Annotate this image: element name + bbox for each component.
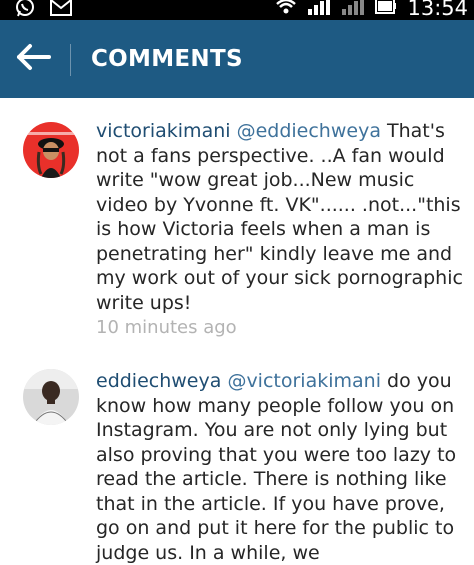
app-bar: COMMENTS	[0, 20, 474, 98]
comment-text: do you know how many people follow you o…	[96, 370, 457, 564]
battery-icon	[375, 0, 397, 19]
comment-timestamp: 10 minutes ago	[96, 317, 237, 338]
comment-username[interactable]: victoriakimani	[96, 120, 231, 142]
comment-username[interactable]: eddiechweya	[96, 370, 221, 392]
whatsapp-icon	[14, 0, 36, 20]
avatar[interactable]	[23, 122, 79, 178]
comment-body: victoriakimani @eddiechweya That's not a…	[96, 119, 466, 315]
clock: 13:54	[407, 0, 468, 20]
status-bar: 13:54	[0, 0, 474, 20]
comment-text: That's not a fans perspective. ..A fan w…	[96, 120, 463, 314]
signal-icon	[341, 0, 365, 19]
comment-mention[interactable]: @eddiechweya	[237, 120, 381, 142]
gmail-icon	[50, 0, 72, 20]
back-button[interactable]	[10, 36, 56, 82]
header-divider	[70, 44, 71, 76]
comment-body: eddiechweya @victoriakimani do you know …	[96, 369, 466, 565]
wifi-icon	[275, 0, 297, 19]
comment-mention[interactable]: @victoriakimani	[227, 370, 381, 392]
page-title: COMMENTS	[91, 46, 243, 72]
signal-icon	[307, 0, 331, 19]
arrow-left-icon	[15, 43, 51, 75]
avatar[interactable]	[23, 369, 79, 425]
